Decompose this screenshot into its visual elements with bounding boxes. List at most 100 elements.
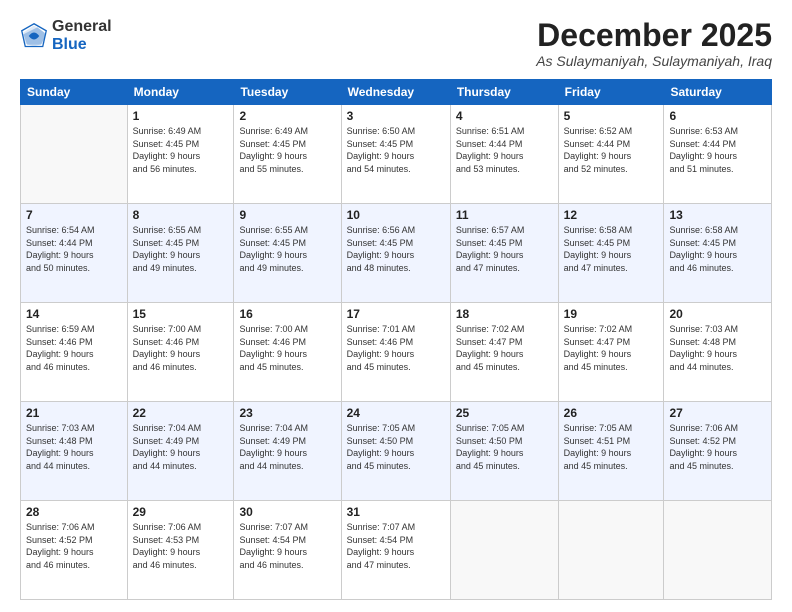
calendar-cell: 24Sunrise: 7:05 AMSunset: 4:50 PMDayligh… — [341, 402, 450, 501]
calendar-cell: 10Sunrise: 6:56 AMSunset: 4:45 PMDayligh… — [341, 204, 450, 303]
daylight-text-line1: Daylight: 9 hours — [239, 150, 335, 163]
daylight-text-line1: Daylight: 9 hours — [133, 249, 229, 262]
daylight-text-line2: and 44 minutes. — [239, 460, 335, 473]
day-info: Sunrise: 6:58 AMSunset: 4:45 PMDaylight:… — [669, 224, 766, 274]
header-monday: Monday — [127, 80, 234, 105]
day-number: 12 — [564, 208, 659, 222]
header-wednesday: Wednesday — [341, 80, 450, 105]
calendar-cell: 30Sunrise: 7:07 AMSunset: 4:54 PMDayligh… — [234, 501, 341, 600]
daylight-text-line2: and 46 minutes. — [669, 262, 766, 275]
daylight-text-line2: and 45 minutes. — [347, 460, 445, 473]
sunrise-text: Sunrise: 7:05 AM — [564, 422, 659, 435]
sunset-text: Sunset: 4:50 PM — [456, 435, 553, 448]
header-thursday: Thursday — [450, 80, 558, 105]
day-number: 9 — [239, 208, 335, 222]
sunrise-text: Sunrise: 6:54 AM — [26, 224, 122, 237]
daylight-text-line1: Daylight: 9 hours — [133, 546, 229, 559]
daylight-text-line1: Daylight: 9 hours — [669, 447, 766, 460]
daylight-text-line1: Daylight: 9 hours — [669, 249, 766, 262]
calendar-cell: 16Sunrise: 7:00 AMSunset: 4:46 PMDayligh… — [234, 303, 341, 402]
day-info: Sunrise: 6:50 AMSunset: 4:45 PMDaylight:… — [347, 125, 445, 175]
daylight-text-line2: and 46 minutes. — [239, 559, 335, 572]
logo-blue: Blue — [52, 36, 87, 53]
day-number: 5 — [564, 109, 659, 123]
daylight-text-line1: Daylight: 9 hours — [347, 249, 445, 262]
daylight-text-line2: and 47 minutes. — [347, 559, 445, 572]
sunset-text: Sunset: 4:45 PM — [239, 138, 335, 151]
day-number: 21 — [26, 406, 122, 420]
weekday-header-row: Sunday Monday Tuesday Wednesday Thursday… — [21, 80, 772, 105]
header-saturday: Saturday — [664, 80, 772, 105]
sunrise-text: Sunrise: 7:00 AM — [133, 323, 229, 336]
day-info: Sunrise: 6:57 AMSunset: 4:45 PMDaylight:… — [456, 224, 553, 274]
day-number: 10 — [347, 208, 445, 222]
daylight-text-line2: and 50 minutes. — [26, 262, 122, 275]
sunset-text: Sunset: 4:45 PM — [133, 237, 229, 250]
day-number: 8 — [133, 208, 229, 222]
logo-icon — [20, 22, 48, 50]
day-number: 31 — [347, 505, 445, 519]
sunset-text: Sunset: 4:44 PM — [456, 138, 553, 151]
location: As Sulaymaniyah, Sulaymaniyah, Iraq — [536, 53, 772, 69]
daylight-text-line1: Daylight: 9 hours — [26, 249, 122, 262]
daylight-text-line2: and 48 minutes. — [347, 262, 445, 275]
day-info: Sunrise: 7:07 AMSunset: 4:54 PMDaylight:… — [239, 521, 335, 571]
day-number: 3 — [347, 109, 445, 123]
daylight-text-line2: and 45 minutes. — [239, 361, 335, 374]
calendar-cell: 15Sunrise: 7:00 AMSunset: 4:46 PMDayligh… — [127, 303, 234, 402]
calendar-cell: 14Sunrise: 6:59 AMSunset: 4:46 PMDayligh… — [21, 303, 128, 402]
daylight-text-line1: Daylight: 9 hours — [347, 348, 445, 361]
day-info: Sunrise: 7:03 AMSunset: 4:48 PMDaylight:… — [669, 323, 766, 373]
day-number: 29 — [133, 505, 229, 519]
daylight-text-line2: and 44 minutes. — [669, 361, 766, 374]
calendar-cell: 3 Sunrise: 6:50 AMSunset: 4:45 PMDaylight… — [341, 105, 450, 204]
calendar-cell: 18Sunrise: 7:02 AMSunset: 4:47 PMDayligh… — [450, 303, 558, 402]
daylight-text-line1: Daylight: 9 hours — [669, 150, 766, 163]
day-number: 18 — [456, 307, 553, 321]
calendar-cell: 5Sunrise: 6:52 AMSunset: 4:44 PMDaylight… — [558, 105, 664, 204]
sunrise-text: Sunrise: 7:05 AM — [347, 422, 445, 435]
daylight-text-line2: and 44 minutes. — [133, 460, 229, 473]
sunrise-text: Sunrise: 7:00 AM — [239, 323, 335, 336]
day-info: Sunrise: 7:03 AMSunset: 4:48 PMDaylight:… — [26, 422, 122, 472]
calendar-cell: 28Sunrise: 7:06 AMSunset: 4:52 PMDayligh… — [21, 501, 128, 600]
daylight-text-line2: and 46 minutes. — [26, 559, 122, 572]
daylight-text-line1: Daylight: 9 hours — [564, 348, 659, 361]
sunrise-text: Sunrise: 6:56 AM — [347, 224, 445, 237]
daylight-text-line2: and 45 minutes. — [456, 361, 553, 374]
daylight-text-line1: Daylight: 9 hours — [456, 348, 553, 361]
day-number: 13 — [669, 208, 766, 222]
month-title: December 2025 — [536, 18, 772, 53]
calendar-cell: 2Sunrise: 6:49 AMSunset: 4:45 PMDaylight… — [234, 105, 341, 204]
daylight-text-line1: Daylight: 9 hours — [564, 150, 659, 163]
daylight-text-line2: and 52 minutes. — [564, 163, 659, 176]
sunset-text: Sunset: 4:54 PM — [347, 534, 445, 547]
sunrise-text: Sunrise: 6:50 AM — [347, 125, 445, 138]
day-number: 7 — [26, 208, 122, 222]
day-number: 27 — [669, 406, 766, 420]
sunrise-text: Sunrise: 7:06 AM — [26, 521, 122, 534]
calendar-week-row: 28Sunrise: 7:06 AMSunset: 4:52 PMDayligh… — [21, 501, 772, 600]
day-info: Sunrise: 7:05 AMSunset: 4:50 PMDaylight:… — [347, 422, 445, 472]
calendar-week-row: 7Sunrise: 6:54 AMSunset: 4:44 PMDaylight… — [21, 204, 772, 303]
day-info: Sunrise: 7:07 AMSunset: 4:54 PMDaylight:… — [347, 521, 445, 571]
logo-general: General — [52, 18, 112, 35]
sunset-text: Sunset: 4:44 PM — [26, 237, 122, 250]
daylight-text-line2: and 46 minutes. — [26, 361, 122, 374]
day-info: Sunrise: 6:51 AMSunset: 4:44 PMDaylight:… — [456, 125, 553, 175]
day-info: Sunrise: 6:49 AMSunset: 4:45 PMDaylight:… — [133, 125, 229, 175]
daylight-text-line1: Daylight: 9 hours — [26, 447, 122, 460]
logo-text: General Blue — [52, 18, 112, 53]
daylight-text-line1: Daylight: 9 hours — [133, 447, 229, 460]
sunset-text: Sunset: 4:46 PM — [133, 336, 229, 349]
sunset-text: Sunset: 4:52 PM — [669, 435, 766, 448]
calendar-cell: 7 Sunrise: 6:54 AMSunset: 4:44 PMDaylight… — [21, 204, 128, 303]
day-number: 23 — [239, 406, 335, 420]
day-number: 15 — [133, 307, 229, 321]
sunset-text: Sunset: 4:45 PM — [133, 138, 229, 151]
day-number: 6 — [669, 109, 766, 123]
day-info: Sunrise: 7:01 AMSunset: 4:46 PMDaylight:… — [347, 323, 445, 373]
calendar-table: Sunday Monday Tuesday Wednesday Thursday… — [20, 79, 772, 600]
sunset-text: Sunset: 4:49 PM — [239, 435, 335, 448]
sunrise-text: Sunrise: 7:07 AM — [347, 521, 445, 534]
